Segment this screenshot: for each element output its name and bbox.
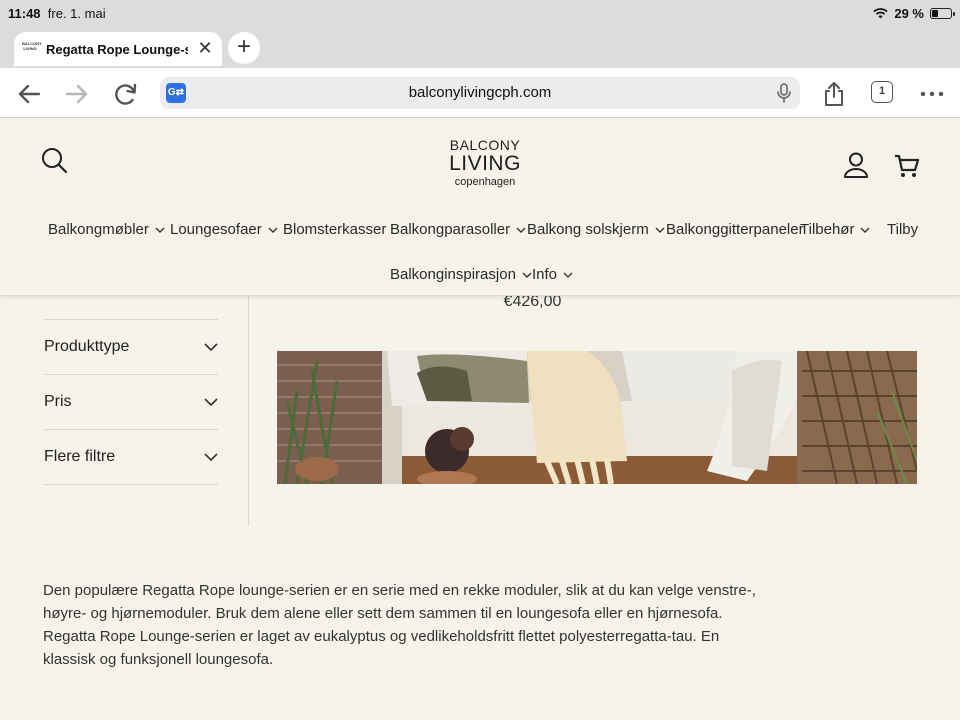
chevron-down-icon	[522, 272, 532, 278]
nav-item-balkonggitterpaneler[interactable]: Balkonggitterpaneler	[666, 221, 804, 238]
chevron-down-icon	[860, 227, 870, 233]
browser-tab[interactable]: BALCONY LIVING Regatta Rope Lounge-s ✕	[14, 32, 222, 66]
nav-item-blomsterkasser[interactable]: Blomsterkasser	[283, 221, 386, 238]
new-tab-button[interactable]: +	[228, 32, 260, 64]
site-header: BALCONY LIVING copenhagen Balkongmøbler …	[0, 118, 960, 296]
tab-title: Regatta Rope Lounge-s	[46, 41, 188, 57]
chevron-down-icon	[655, 227, 665, 233]
status-time: 11:48 fre. 1. mai	[8, 6, 106, 21]
product-lifestyle-image[interactable]	[277, 351, 917, 484]
share-icon[interactable]	[820, 80, 848, 108]
nav-item-balkong-solskjerm[interactable]: Balkong solskjerm	[527, 221, 665, 238]
nav-item-tilby[interactable]: Tilby	[887, 221, 918, 238]
battery-icon	[930, 8, 955, 19]
forward-icon[interactable]	[63, 80, 91, 108]
chevron-down-icon	[516, 227, 526, 233]
sidebar-divider	[248, 296, 249, 526]
chevron-down-icon	[204, 398, 218, 406]
more-icon[interactable]	[918, 80, 946, 108]
account-icon[interactable]	[842, 151, 870, 179]
nav-item-balkonginspirasjon[interactable]: Balkonginspirasjon	[390, 266, 532, 283]
filter-flere-filtre[interactable]: Flere filtre	[44, 430, 218, 485]
status-indicators: 29 %	[873, 6, 955, 21]
description-line: Regatta Rope Lounge-serien er laget av e…	[43, 628, 720, 645]
browser-tab-strip: BALCONY LIVING Regatta Rope Lounge-s ✕ +	[0, 28, 960, 68]
cart-icon[interactable]	[893, 152, 921, 180]
status-date: fre. 1. mai	[47, 6, 106, 21]
filter-pris[interactable]: Pris	[44, 375, 218, 430]
nav-item-balkongparasoller[interactable]: Balkongparasoller	[390, 221, 526, 238]
product-description: Den populære Regatta Rope lounge-serien …	[43, 579, 756, 671]
description-line: klassisk og funksjonell loungesofa.	[43, 651, 274, 668]
wifi-icon	[873, 8, 889, 19]
close-tab-icon[interactable]: ✕	[196, 39, 214, 57]
battery-percent: 29 %	[894, 6, 924, 21]
nav-item-tilbehor[interactable]: Tilbehør	[800, 221, 870, 238]
nav-item-loungesofaer[interactable]: Loungesofaer	[170, 221, 278, 238]
site-logo[interactable]: BALCONY LIVING copenhagen	[430, 138, 540, 188]
search-icon[interactable]	[40, 146, 68, 174]
microphone-icon[interactable]	[776, 83, 792, 103]
reload-icon[interactable]	[112, 80, 140, 108]
nav-item-info[interactable]: Info	[532, 266, 573, 283]
address-bar[interactable]: G⇄ balconylivingcph.com	[160, 77, 800, 109]
description-line: høyre- og hjørnemoduler. Bruk dem alene …	[43, 605, 723, 622]
chevron-down-icon	[204, 343, 218, 351]
status-bar: 11:48 fre. 1. mai 29 %	[0, 0, 960, 28]
site-favicon-icon: BALCONY LIVING	[22, 41, 42, 51]
description-line: Den populære Regatta Rope lounge-serien …	[43, 582, 756, 599]
chevron-down-icon	[268, 227, 278, 233]
nav-item-balkongmobler[interactable]: Balkongmøbler	[48, 221, 165, 238]
url-text[interactable]: balconylivingcph.com	[160, 84, 800, 101]
back-icon[interactable]	[15, 80, 43, 108]
lounge-photo-illustration	[277, 351, 917, 484]
browser-toolbar: G⇄ balconylivingcph.com 1	[0, 68, 960, 118]
chevron-down-icon	[155, 227, 165, 233]
tab-count-button[interactable]: 1	[871, 81, 893, 103]
filter-produkttype[interactable]: Produkttype	[44, 320, 218, 375]
chevron-down-icon	[563, 272, 573, 278]
chevron-down-icon	[204, 453, 218, 461]
